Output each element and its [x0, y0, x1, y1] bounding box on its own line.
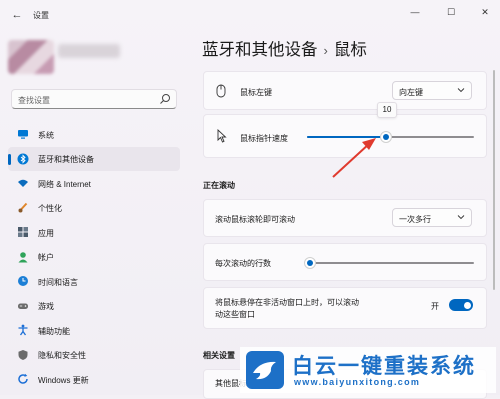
watermark-title: 白云一键重装系统 — [292, 355, 476, 378]
search-icon[interactable] — [159, 93, 171, 105]
bluetooth-icon — [17, 153, 29, 164]
inactive-scroll-toggle[interactable] — [449, 299, 473, 311]
watermark-url: www.baiyunxitong.com — [294, 377, 421, 387]
sidebar-item-label: 隐私和安全性 — [38, 351, 86, 360]
breadcrumb-separator: › — [323, 43, 328, 58]
avatar[interactable] — [8, 40, 54, 74]
sidebar-item-label: 网络 & Internet — [38, 179, 91, 189]
sidebar-item-gaming[interactable]: 游戏 — [8, 294, 180, 319]
dropdown-value: 一次多行 — [399, 214, 431, 224]
settings-window: ← 设置 — ☐ ✕ 查找设置 系统 蓝牙和其他设备 网络 & Internet… — [0, 0, 500, 399]
breadcrumb: 蓝牙和其他设备 › 鼠标 — [202, 36, 367, 60]
scrollbar[interactable] — [493, 70, 495, 290]
primary-button-label: 鼠标左键 — [240, 88, 272, 97]
pointer-speed-card: 鼠标指针速度 — [203, 114, 487, 158]
sidebar-item-personalization[interactable]: 个性化 — [8, 196, 180, 221]
chevron-down-icon — [457, 215, 465, 220]
app-title: 设置 — [33, 11, 49, 20]
inactive-scroll-label-line2: 动这些窗口 — [215, 310, 255, 319]
related-settings-title: 相关设置 — [203, 351, 235, 360]
page-title: 鼠标 — [333, 41, 367, 59]
sidebar-item-label: 辅助功能 — [38, 326, 70, 336]
sidebar-item-bluetooth[interactable]: 蓝牙和其他设备 — [8, 146, 180, 171]
watermark: 白云一键重装系统 www.baiyunxitong.com — [240, 347, 496, 393]
cursor-icon — [217, 129, 227, 143]
maximize-icon[interactable]: ☐ — [440, 4, 462, 20]
close-icon[interactable]: ✕ — [474, 4, 496, 20]
sidebar-item-label: 蓝牙和其他设备 — [38, 155, 94, 164]
sidebar-item-time-language[interactable]: 时间和语言 — [8, 269, 180, 294]
slider-thumb[interactable] — [380, 131, 393, 143]
profile-name — [58, 44, 120, 58]
sidebar-item-accounts[interactable]: 帐户 — [8, 245, 180, 270]
wheel-scroll-card: 滚动鼠标滚轮即可滚动 一次多行 — [203, 199, 487, 237]
person-icon — [18, 251, 28, 262]
sidebar-item-label: 应用 — [38, 228, 54, 238]
sidebar-item-accessibility[interactable]: 辅助功能 — [8, 318, 180, 343]
slider-fill — [307, 136, 387, 138]
update-icon — [18, 373, 28, 384]
sidebar-item-label: Windows 更新 — [38, 375, 89, 385]
inactive-scroll-label-line1: 将鼠标悬停在非活动窗口上时，可以滚动 — [215, 298, 359, 307]
toggle-state-label: 开 — [431, 302, 439, 311]
primary-button-dropdown[interactable]: 向左键 — [392, 81, 472, 100]
brush-icon — [18, 202, 28, 212]
globe-clock-icon — [18, 276, 28, 286]
lines-per-scroll-label: 每次滚动的行数 — [215, 259, 271, 268]
sidebar-item-label: 个性化 — [38, 204, 62, 213]
mouse-icon — [216, 84, 226, 98]
monitor-icon — [18, 130, 28, 139]
wheel-scroll-dropdown[interactable]: 一次多行 — [392, 208, 472, 227]
accessibility-icon — [18, 324, 28, 336]
shield-icon — [18, 349, 28, 360]
sidebar-item-label: 时间和语言 — [38, 277, 78, 287]
sidebar-item-label: 游戏 — [38, 302, 54, 311]
lines-per-scroll-card: 每次滚动的行数 — [203, 243, 487, 281]
breadcrumb-parent[interactable]: 蓝牙和其他设备 — [202, 41, 318, 59]
slider-thumb[interactable] — [304, 257, 317, 269]
sidebar-nav: 系统 蓝牙和其他设备 网络 & Internet 个性化 应用 帐户 时间和语言 — [8, 122, 180, 392]
bird-logo-icon — [246, 351, 284, 389]
sidebar-item-system[interactable]: 系统 — [8, 122, 180, 147]
primary-button-card: 鼠标左键 向左键 — [203, 71, 487, 110]
pointer-speed-label: 鼠标指针速度 — [240, 134, 288, 143]
minimize-icon[interactable]: — — [404, 4, 426, 20]
wheel-scroll-label: 滚动鼠标滚轮即可滚动 — [215, 215, 295, 224]
gamepad-icon — [18, 303, 28, 309]
search-placeholder: 查找设置 — [18, 96, 50, 105]
slider-value-tooltip: 10 — [377, 102, 397, 118]
scrolling-section-title: 正在滚动 — [203, 181, 235, 190]
search-input[interactable]: 查找设置 — [11, 89, 177, 109]
sidebar-item-label: 帐户 — [38, 253, 54, 262]
title-bar: ← 设置 — ☐ ✕ — [0, 0, 500, 30]
apps-icon — [18, 227, 28, 237]
sidebar-item-apps[interactable]: 应用 — [8, 220, 180, 245]
wifi-icon — [18, 179, 28, 187]
inactive-scroll-card: 将鼠标悬停在非活动窗口上时，可以滚动 动这些窗口 — [203, 287, 487, 329]
sidebar-item-network[interactable]: 网络 & Internet — [8, 171, 180, 196]
lines-per-scroll-slider[interactable] — [304, 257, 474, 269]
dropdown-value: 向左键 — [399, 87, 423, 97]
sidebar-item-windows-update[interactable]: Windows 更新 — [8, 367, 180, 392]
sidebar-item-privacy[interactable]: 隐私和安全性 — [8, 343, 180, 368]
chevron-down-icon — [457, 88, 465, 93]
sidebar-item-label: 系统 — [38, 130, 54, 140]
pointer-speed-slider[interactable] — [307, 131, 474, 143]
back-arrow-icon[interactable]: ← — [10, 8, 24, 22]
